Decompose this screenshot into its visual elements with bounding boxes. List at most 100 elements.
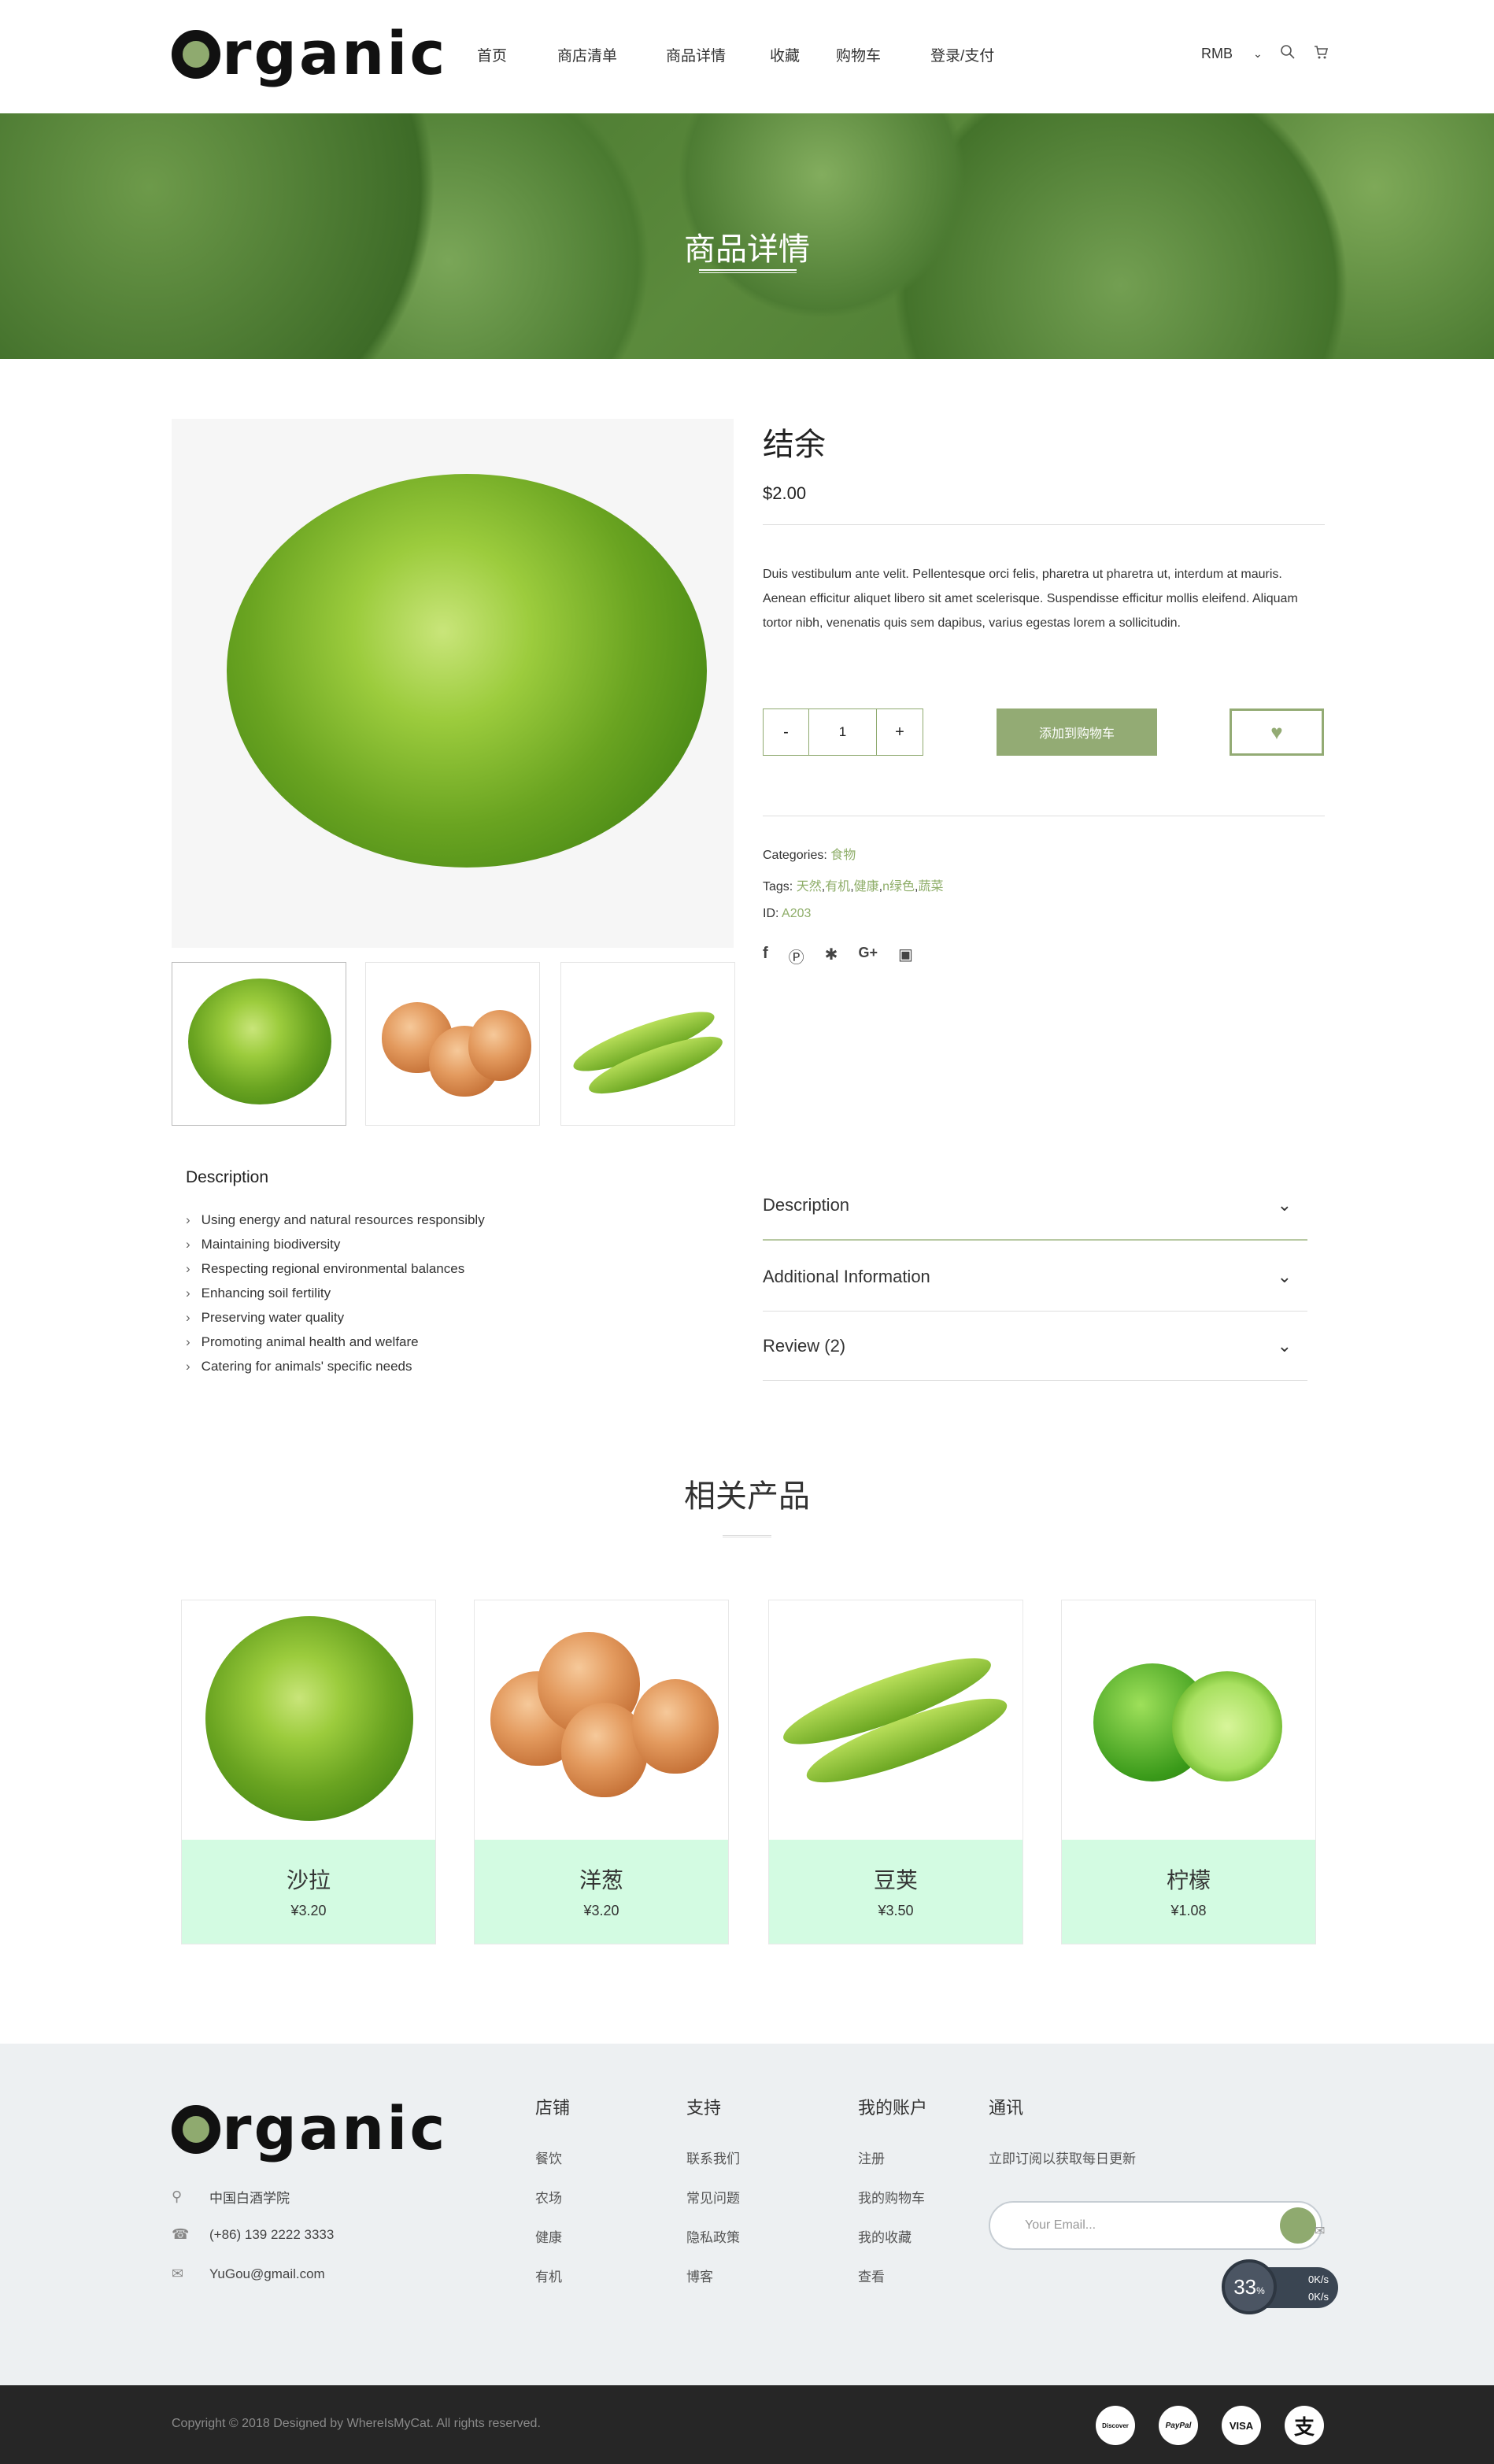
footer-col-support: 支持 联系我们 常见问题 隐私政策 博客 — [686, 2094, 740, 2297]
related-underline — [723, 1535, 771, 1537]
visa-icon: VISA — [1222, 2406, 1261, 2445]
footer-col-newsletter: 通讯 立即订阅以获取每日更新 — [989, 2094, 1136, 2179]
onion-image — [632, 1679, 719, 1774]
list-item: Preserving water quality — [186, 1305, 485, 1330]
logo[interactable]: rganic — [172, 24, 447, 83]
download-speed: 0K/s — [1308, 2291, 1329, 2303]
nav-item-home[interactable]: 首页 — [477, 44, 557, 65]
footer-link[interactable]: 健康 — [535, 2218, 570, 2258]
product-tags: Tags: 天然,有机,健康,n绿色,蔬菜 — [763, 880, 944, 893]
product-card-price: ¥3.20 — [583, 1903, 619, 1918]
location-pin-icon: ⚲ — [172, 2188, 183, 2204]
product-card-name: 沙拉 — [286, 1867, 331, 1893]
footer-link[interactable]: 联系我们 — [686, 2140, 740, 2179]
tag-link[interactable]: 健康 — [854, 880, 879, 893]
product-thumbnail-peas[interactable] — [560, 962, 735, 1126]
category-link[interactable]: 食物 — [830, 849, 856, 862]
related-title: 相关产品 — [684, 1478, 810, 1515]
product-main-image[interactable] — [172, 419, 734, 948]
search-icon[interactable] — [1280, 44, 1296, 64]
list-item: Enhancing soil fertility — [186, 1281, 485, 1305]
footer-link[interactable]: 我的购物车 — [858, 2179, 927, 2218]
tag-link[interactable]: n绿色 — [882, 880, 915, 893]
product-thumbnail-lettuce[interactable] — [172, 962, 346, 1126]
footer-link[interactable]: 有机 — [535, 2258, 570, 2297]
chevron-down-icon: ⌄ — [1277, 1195, 1292, 1215]
footer-link[interactable]: 查看 — [858, 2258, 927, 2297]
footer-link[interactable]: 农场 — [535, 2179, 570, 2218]
product-card-price: ¥3.50 — [878, 1903, 914, 1918]
tag-link[interactable]: 有机 — [825, 880, 850, 893]
bottom-bar: Copyright © 2018 Designed by WhereIsMyCa… — [0, 2385, 1494, 2464]
lettuce-image — [188, 979, 331, 1104]
alipay-icon: 支 — [1285, 2406, 1324, 2445]
footer-logo[interactable]: rganic — [172, 2099, 447, 2159]
network-speed-widget[interactable]: 33% 0K/s 0K/s — [1222, 2259, 1338, 2314]
description-list: Using energy and natural resources respo… — [186, 1208, 485, 1378]
product-card-name: 柠檬 — [1166, 1867, 1211, 1893]
product-card[interactable]: 洋葱 ¥3.20 — [474, 1600, 729, 1944]
lettuce-image — [205, 1616, 413, 1821]
nav-item-shop-list[interactable]: 商店清单 — [557, 44, 666, 65]
mail-icon: ✉ — [1315, 2225, 1326, 2238]
subscribe-button[interactable]: ✉ — [1280, 2207, 1325, 2244]
footer-col-title: 店铺 — [535, 2098, 571, 2118]
footer-address: ⚲ 中国白酒学院 — [172, 2188, 290, 2206]
quantity-stepper: - 1 + — [763, 708, 923, 756]
qty-input[interactable]: 1 — [809, 709, 877, 755]
chevron-down-icon[interactable]: ⌄ — [1253, 47, 1263, 61]
nav-item-product-detail[interactable]: 商品详情 — [666, 44, 770, 65]
discover-icon: Discover — [1096, 2406, 1135, 2445]
nav-item-login-pay[interactable]: 登录/支付 — [930, 44, 994, 65]
product-card[interactable]: 豆荚 ¥3.50 — [768, 1600, 1023, 1944]
copyright: Copyright © 2018 Designed by WhereIsMyCa… — [172, 2417, 541, 2430]
cart-icon[interactable] — [1313, 44, 1329, 64]
twitter-icon[interactable]: ✱ — [825, 945, 838, 967]
footer-link[interactable]: 隐私政策 — [686, 2218, 740, 2258]
facebook-icon[interactable]: f — [763, 945, 768, 967]
footer-link[interactable]: 餐饮 — [535, 2140, 570, 2179]
wishlist-button[interactable]: ♥ — [1230, 708, 1324, 756]
footer-link[interactable]: 常见问题 — [686, 2179, 740, 2218]
product-card-name: 洋葱 — [579, 1867, 623, 1893]
qty-plus-button[interactable]: + — [877, 709, 923, 755]
footer-col-account: 我的账户 注册 我的购物车 我的收藏 查看 — [858, 2094, 927, 2297]
google-plus-icon[interactable]: G+ — [858, 945, 878, 967]
phone-icon: ☎ — [172, 2226, 190, 2242]
accordion-additional-info[interactable]: Additional Information ⌄ — [763, 1242, 1307, 1312]
product-card[interactable]: 柠檬 ¥1.08 — [1061, 1600, 1316, 1944]
nav-item-favorites[interactable]: 收藏 — [770, 44, 836, 65]
pinterest-icon[interactable]: Ⓟ — [789, 945, 804, 967]
footer-link[interactable]: 我的收藏 — [858, 2218, 927, 2258]
nav-item-cart[interactable]: 购物车 — [836, 44, 930, 65]
footer-link[interactable]: 博客 — [686, 2258, 740, 2297]
product-thumbnail-onion[interactable] — [365, 962, 540, 1126]
tag-link[interactable]: 蔬菜 — [918, 880, 943, 893]
qty-minus-button[interactable]: - — [764, 709, 809, 755]
currency-select[interactable]: RMB — [1201, 46, 1233, 62]
accordion-description[interactable]: Description ⌄ — [763, 1171, 1307, 1241]
lime-image — [1172, 1671, 1282, 1781]
product-card-name: 豆荚 — [873, 1867, 918, 1893]
instagram-icon[interactable]: ▣ — [898, 945, 913, 967]
lettuce-image — [227, 474, 707, 868]
accordion-review[interactable]: Review (2) ⌄ — [763, 1312, 1307, 1381]
list-item: Promoting animal health and welfare — [186, 1330, 485, 1354]
upload-speed: 0K/s — [1308, 2273, 1329, 2285]
footer-col-title: 支持 — [686, 2098, 722, 2118]
description-title: Description — [186, 1168, 269, 1186]
mail-icon: ✉ — [172, 2266, 184, 2281]
newsletter-email-input[interactable]: Your Email... ✉ — [989, 2201, 1325, 2250]
product-card-price: ¥1.08 — [1170, 1903, 1207, 1918]
paypal-icon: PayPal — [1159, 2406, 1198, 2445]
newsletter-text: 立即订阅以获取每日更新 — [989, 2151, 1136, 2166]
add-to-cart-button[interactable]: 添加到购物车 — [997, 708, 1157, 756]
social-share: f Ⓟ ✱ G+ ▣ — [763, 945, 934, 967]
product-price: $2.00 — [763, 483, 807, 503]
tag-link[interactable]: 天然 — [797, 880, 822, 893]
product-card[interactable]: 沙拉 ¥3.20 — [181, 1600, 436, 1944]
footer-link[interactable]: 注册 — [858, 2140, 927, 2179]
heart-icon: ♥ — [1270, 720, 1283, 744]
site-header: rganic 首页 商店清单 商品详情 收藏 购物车 登录/支付 RMB ⌄ — [0, 0, 1494, 113]
footer-col-shop: 店铺 餐饮 农场 健康 有机 — [535, 2094, 570, 2297]
